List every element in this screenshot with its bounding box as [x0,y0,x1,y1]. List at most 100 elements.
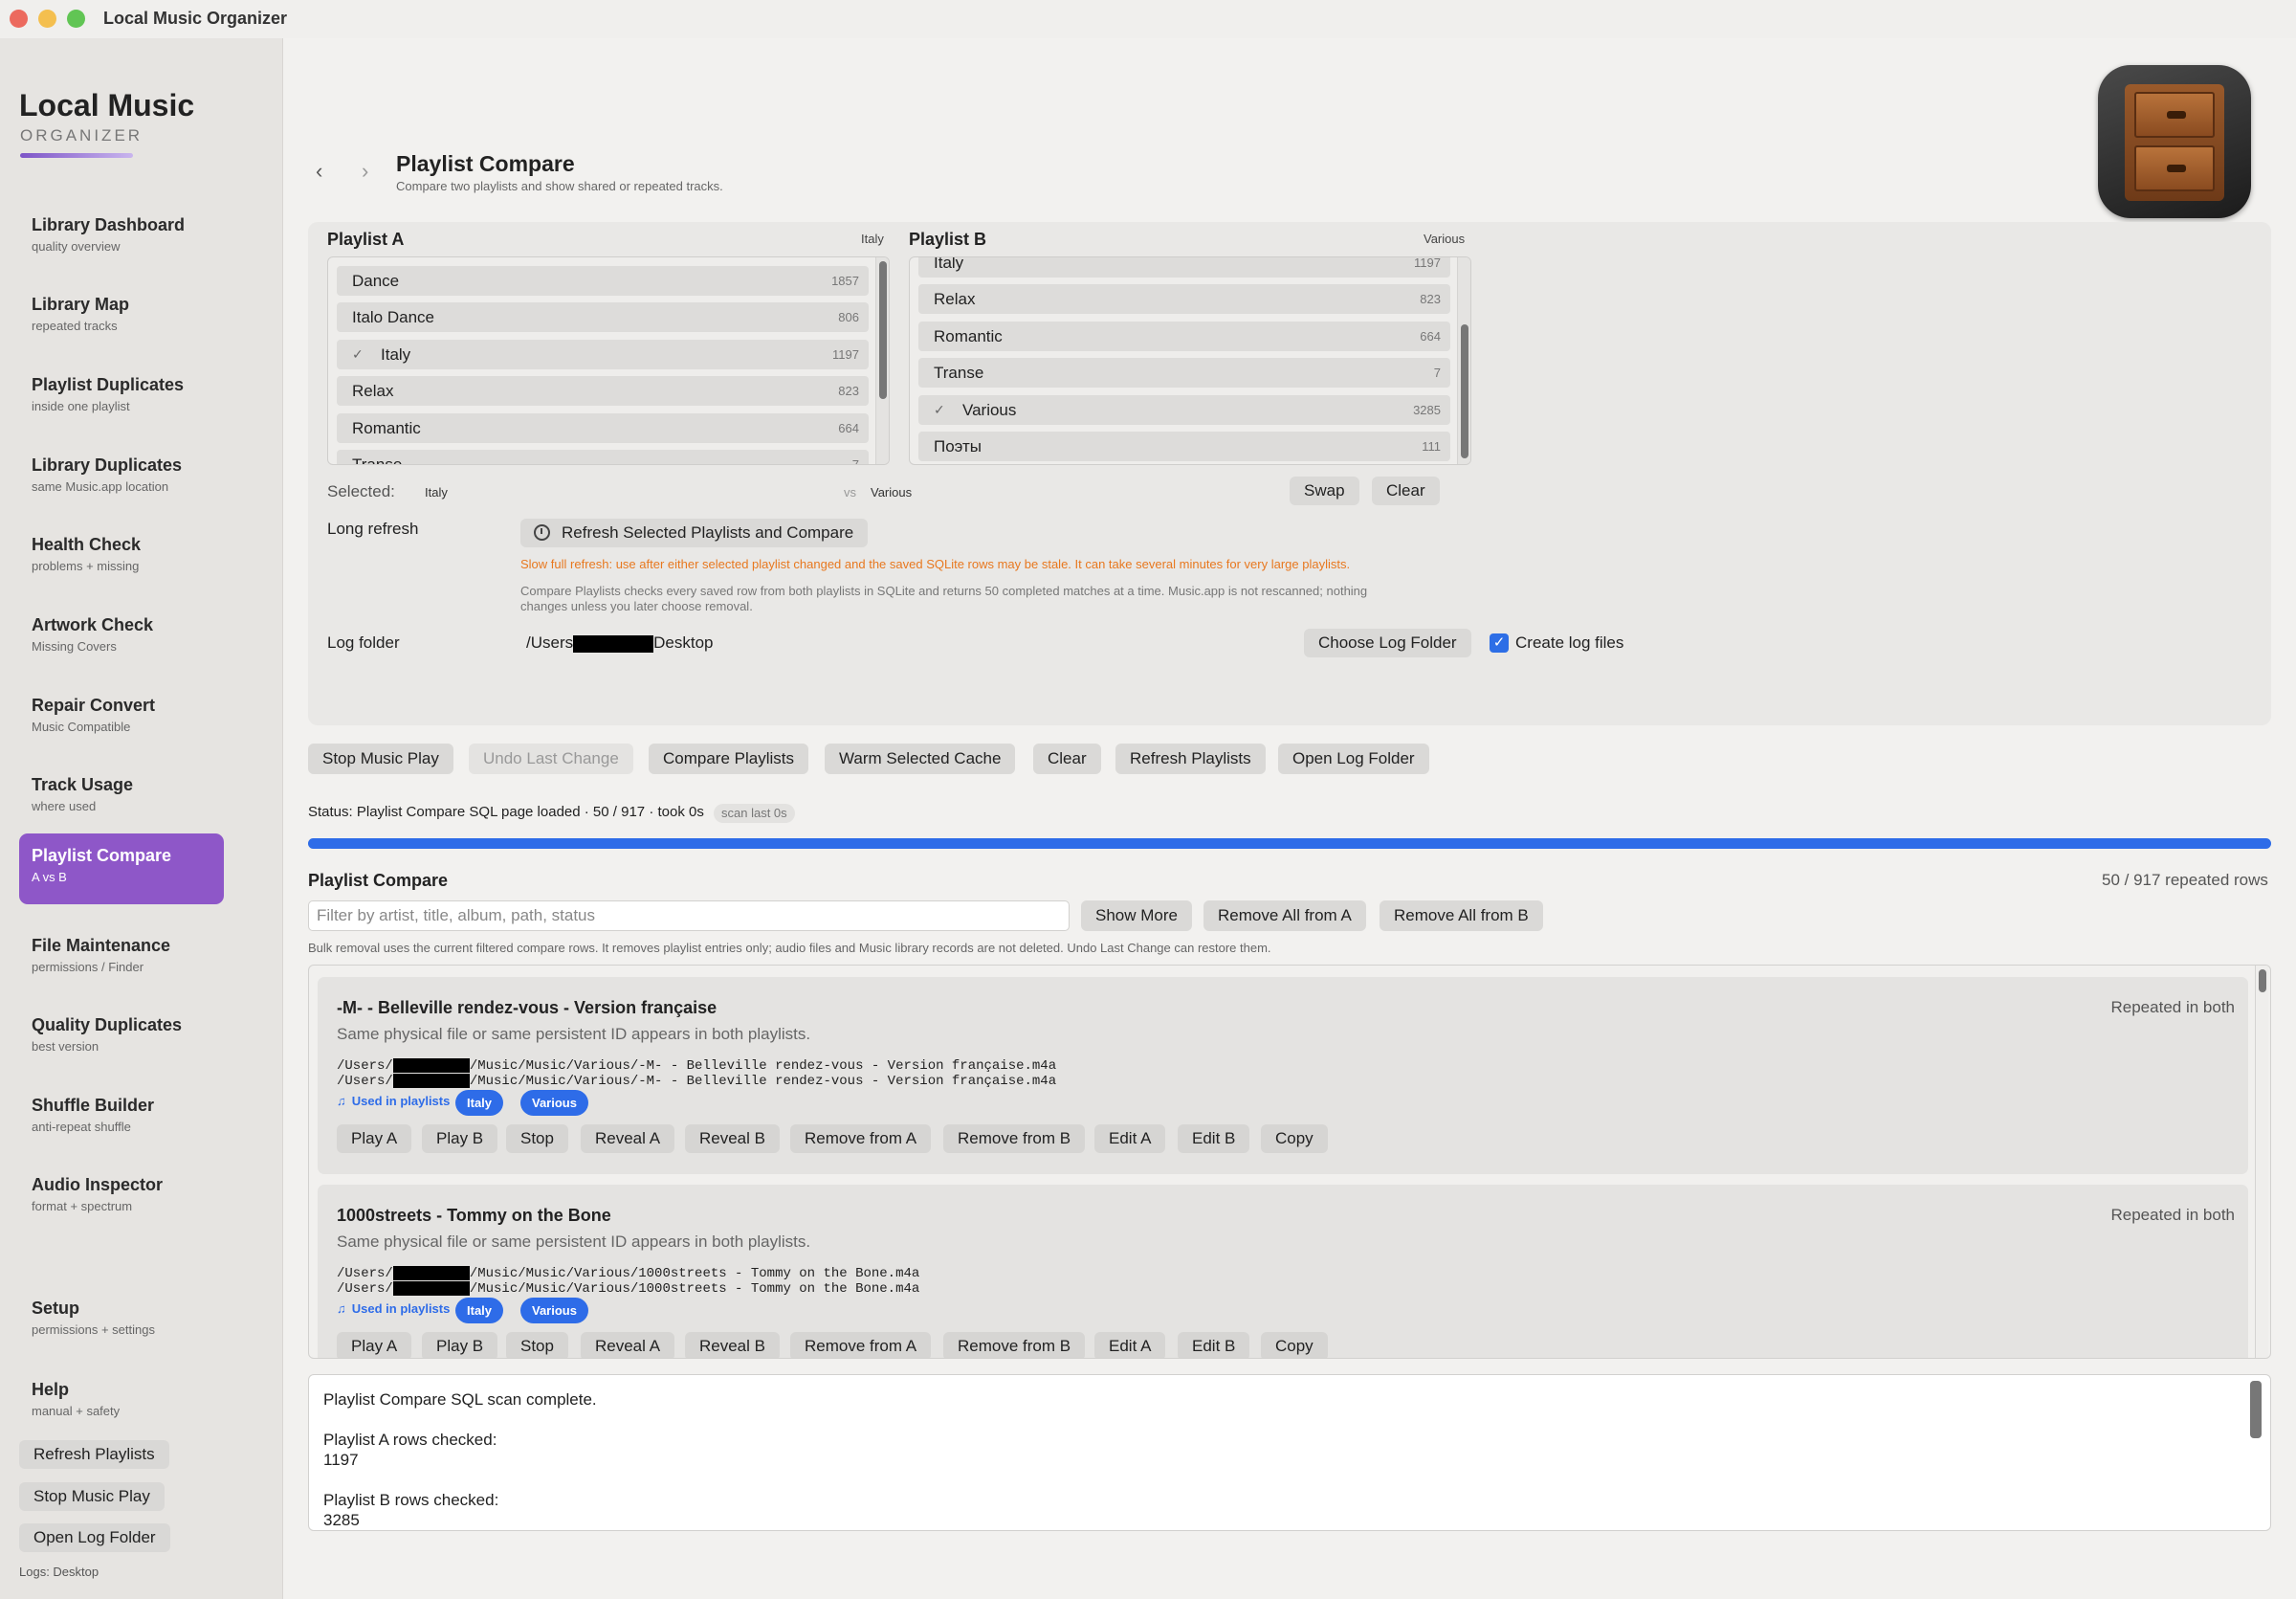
playlist-b-row[interactable]: Поэты 111 [918,432,1450,461]
open-log-folder-button[interactable]: Open Log Folder [1278,744,1429,774]
minimize-window-button[interactable] [38,10,56,28]
reveal-b-button[interactable]: Reveal B [685,1332,780,1358]
sidebar-open-log-folder-button[interactable]: Open Log Folder [19,1523,170,1552]
redacted-username [392,1074,470,1088]
playlist-badge[interactable]: Various [520,1298,588,1323]
scroll-thumb[interactable] [2259,969,2266,992]
stop-music-play-button[interactable]: Stop Music Play [308,744,453,774]
warm-selected-cache-button[interactable]: Warm Selected Cache [825,744,1016,774]
scroll-thumb[interactable] [879,261,887,399]
playlist-b-row[interactable]: Italy 1197 [918,257,1450,278]
log-scrollbar[interactable] [2249,1375,2263,1530]
play-a-button[interactable]: Play A [337,1124,412,1153]
playlist-a-row[interactable]: Relax 823 [337,376,869,406]
sidebar-item-library-dashboard[interactable]: Library Dashboard quality overview [19,203,224,274]
sidebar-item-library-duplicates[interactable]: Library Duplicates same Music.app locatio… [19,443,224,514]
zoom-window-button[interactable] [67,10,85,28]
sidebar-item-artwork-check[interactable]: Artwork Check Missing Covers [19,603,224,674]
play-b-button[interactable]: Play B [422,1332,498,1358]
playlist-b-row[interactable]: Romantic 664 [918,322,1450,351]
sidebar-item-repair-convert[interactable]: Repair Convert Music Compatible [19,683,224,754]
remove-all-from-a-button[interactable]: Remove All from A [1203,900,1366,931]
playlist-badge[interactable]: Various [520,1090,588,1116]
playlist-a-row[interactable]: Romantic 664 [337,413,869,443]
sidebar-stop-music-button[interactable]: Stop Music Play [19,1482,165,1511]
edit-b-button[interactable]: Edit B [1178,1332,1250,1358]
playlist-b-list[interactable]: Italy 1197 Relax 823 Romantic 664 Transe 7 ✓… [909,256,1471,465]
remove-all-from-b-button[interactable]: Remove All from B [1380,900,1543,931]
undo-last-change-button[interactable]: Undo Last Change [469,744,633,774]
copy-button[interactable]: Copy [1261,1124,1328,1153]
file-path-b[interactable]: /Users/ /Music/Music/Various/-M- - Bellev… [337,1074,1056,1089]
playlist-a-row[interactable]: Dance 1857 [337,266,869,296]
playlist-name: Various [962,401,1017,419]
copy-button[interactable]: Copy [1261,1332,1328,1358]
playlist-badge[interactable]: Italy [455,1090,504,1116]
stop-button[interactable]: Stop [506,1124,568,1153]
sidebar-item-library-map[interactable]: Library Map repeated tracks [19,282,224,353]
edit-a-button[interactable]: Edit A [1094,1124,1166,1153]
sidebar-item-health-check[interactable]: Health Check problems + missing [19,522,224,593]
sidebar-item-audio-inspector[interactable]: Audio Inspector format + spectrum [19,1163,224,1233]
playlist-a-row[interactable]: Transe 7 [337,450,869,464]
compare-playlists-button[interactable]: Compare Playlists [649,744,808,774]
remove-from-b-button[interactable]: Remove from B [943,1124,1086,1153]
sidebar-item-playlist-compare[interactable]: Playlist Compare A vs B [19,833,224,904]
sidebar-item-file-maintenance[interactable]: File Maintenance permissions / Finder [19,923,224,994]
stop-button[interactable]: Stop [506,1332,568,1358]
log-output[interactable]: Playlist Compare SQL scan complete. Play… [308,1374,2271,1531]
show-more-button[interactable]: Show More [1081,900,1192,931]
reveal-a-button[interactable]: Reveal A [581,1332,675,1358]
close-window-button[interactable] [10,10,28,28]
create-log-files-checkbox[interactable]: ✓ [1490,633,1509,653]
reveal-b-button[interactable]: Reveal B [685,1124,780,1153]
sidebar-item-quality-duplicates[interactable]: Quality Duplicates best version [19,1003,224,1074]
playlist-b-row[interactable]: Transe 7 [918,358,1450,388]
sidebar-item-shuffle-builder[interactable]: Shuffle Builder anti-repeat shuffle [19,1083,224,1154]
playlist-a-row[interactable]: Italo Dance 806 [337,302,869,332]
log-path-end: Desktop [653,633,714,652]
forward-icon[interactable]: › [362,159,368,184]
playlist-b-row-selected[interactable]: ✓ Various 3285 [918,395,1450,425]
filter-input[interactable] [308,900,1070,931]
refresh-playlists-button[interactable]: Refresh Playlists [1115,744,1266,774]
refresh-and-compare-button[interactable]: Refresh Selected Playlists and Compare [520,519,869,547]
file-path-a[interactable]: /Users/ /Music/Music/Various/-M- - Bellev… [337,1058,1056,1074]
sidebar-item-playlist-duplicates[interactable]: Playlist Duplicates inside one playlist [19,363,224,433]
sidebar-item-help[interactable]: Help manual + safety [19,1367,224,1438]
file-path-b[interactable]: /Users/ /Music/Music/Various/1000streets … [337,1281,919,1297]
reveal-a-button[interactable]: Reveal A [581,1124,675,1153]
playlist-badge[interactable]: Italy [455,1298,504,1323]
playlist-b-scrollbar[interactable] [1457,257,1470,464]
compare-results-list[interactable]: -M- - Belleville rendez-vous - Version f… [308,965,2271,1359]
remove-from-a-button[interactable]: Remove from A [790,1124,932,1153]
edit-b-button[interactable]: Edit B [1178,1124,1250,1153]
playlist-a-list[interactable]: Dance 1857 Italo Dance 806 ✓ Italy 1197 Rela… [327,256,890,465]
sidebar-refresh-playlists-button[interactable]: Refresh Playlists [19,1440,169,1469]
playlist-b-row[interactable]: Relax 823 [918,284,1450,314]
edit-a-button[interactable]: Edit A [1094,1332,1166,1358]
swap-button[interactable]: Swap [1290,477,1359,505]
drawer-icon [2134,145,2215,191]
sidebar-item-track-usage[interactable]: Track Usage where used [19,763,224,833]
playlist-a-row-selected[interactable]: ✓ Italy 1197 [337,340,869,369]
playlist-a-scrollbar[interactable] [875,257,889,464]
file-path-a[interactable]: /Users/ /Music/Music/Various/1000streets … [337,1266,919,1281]
back-icon[interactable]: ‹ [316,159,322,184]
scroll-thumb[interactable] [2250,1381,2262,1438]
sidebar-item-setup[interactable]: Setup permissions + settings [19,1286,224,1357]
remove-from-b-button[interactable]: Remove from B [943,1332,1086,1358]
results-scrollbar[interactable] [2255,966,2268,1358]
clear-button[interactable]: Clear [1033,744,1101,774]
track-count: 664 [1420,329,1441,344]
scroll-thumb[interactable] [1461,324,1468,458]
selected-a-value: Italy [425,485,448,500]
remove-from-a-button[interactable]: Remove from A [790,1332,932,1358]
play-a-button[interactable]: Play A [337,1332,412,1358]
play-b-button[interactable]: Play B [422,1124,498,1153]
choose-log-folder-button[interactable]: Choose Log Folder [1304,629,1471,657]
result-card: 1000streets - Tommy on the Bone Repeated… [318,1185,2248,1358]
clear-selection-button[interactable]: Clear [1372,477,1440,505]
used-in-playlists-label: Used in playlists [351,1094,451,1108]
playlist-name: Romantic [934,327,1003,345]
